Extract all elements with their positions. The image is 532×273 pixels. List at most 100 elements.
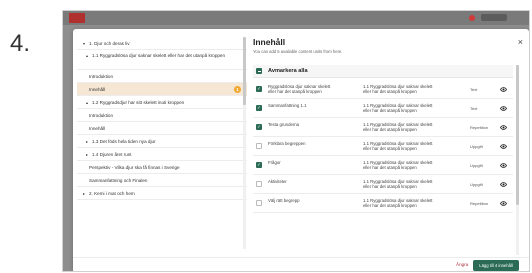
nav-item-label: 1.4 Djuren året runt [92,151,132,157]
nav-item[interactable]: ▸ 1.3 Det föds hela tiden nya djur [77,135,247,148]
content-row[interactable]: Välj rätt begrepp 1.1 Ryggradslösa djur s… [253,194,513,213]
content-checkbox[interactable] [256,200,262,206]
eye-icon[interactable] [499,199,507,207]
content-scrollbar[interactable] [516,65,519,255]
select-all-checkbox[interactable] [256,68,262,74]
content-title-cell: Aktiviteter [268,179,287,184]
eye-icon[interactable] [499,161,507,169]
content-scrollbar-thumb[interactable] [516,65,519,205]
eye-icon[interactable] [499,142,507,150]
eye-icon[interactable] [499,104,507,112]
content-checkbox[interactable]: ✓ [256,124,262,130]
content-section-cell: 1.1 Ryggradslösa djur saknar skelett ell… [363,141,433,152]
chevron-right-icon[interactable]: ▸ [83,191,88,196]
content-section-cell: 1.1 Ryggradslösa djur saknar skelett ell… [363,84,433,95]
nav-item-label: Sammanfattning och Finalen [89,177,148,183]
content-subtitle: You can add 5 available content units fr… [253,49,343,54]
nav-item[interactable]: ▴ 1.2 Ryggradsdjur har sitt skelett inuti… [77,96,247,109]
nav-item-label: Introduktion [89,73,114,79]
checkmark-icon: ✓ [257,161,261,167]
nav-item[interactable]: ▾ 1. Djur och deras liv [77,37,247,50]
nav-item[interactable]: Innehåll 1 [77,83,247,96]
content-row[interactable]: Aktiviteter 1.1 Ryggradslösa djur saknar … [253,175,513,194]
step-number: 4. [10,30,31,57]
content-type-cell: Uppgift [470,163,483,168]
chevron-up-icon[interactable]: ▴ [86,100,91,105]
content-title-cell: Ryggradslösa djur saknar skelett eller h… [268,84,331,95]
chapter-nav-list: ▾ 1. Djur och deras liv ▴ 1.1 Ryggradslösa … [77,37,247,200]
nav-item-label: Innehåll [89,86,106,92]
chevron-down-icon[interactable]: ▾ [83,41,88,46]
content-type-cell: Text [470,106,478,111]
background-header-button [481,14,507,21]
add-content-button[interactable]: Lägg till 4 innehåll [473,260,519,271]
content-checkbox[interactable]: ✓ [256,162,262,168]
nav-item[interactable]: ▸ 2. Kemi i mat och hem [77,187,247,200]
nav-scrollbar-thumb[interactable] [243,37,246,105]
content-title-cell: Sammanfattning 1.1 [268,103,307,108]
content-row[interactable]: ✓ Sammanfattning 1.1 1.1 Ryggradslösa djur… [253,99,513,118]
nav-item-label: Introduktion [89,112,114,118]
content-type-cell: Repetition [470,125,489,130]
nav-item[interactable]: ▸ 1.4 Djuren året runt [77,148,247,161]
deselect-all-row[interactable]: Avmarkera alla [253,65,513,78]
content-title: Innehåll [253,37,286,47]
checkmark-icon: ✓ [257,104,261,110]
nav-item-label: 1.3 Det föds hela tiden nya djur [92,138,156,144]
modal-footer: Ångra Lägg till 4 innehåll [73,257,529,271]
content-row[interactable]: ✓ Frågor 1.1 Ryggradslösa djur saknar skel… [253,156,513,175]
content-section-cell: 1.1 Ryggradslösa djur saknar skelett ell… [363,103,433,114]
deselect-all-label: Avmarkera alla [268,68,308,74]
chevron-up-icon[interactable]: ▴ [86,53,91,59]
content-row[interactable]: ✓ Ryggradslösa djur saknar skelett eller … [253,80,513,99]
nav-item-label: 1.2 Ryggradsdjur har sitt skelett inuti … [92,99,185,105]
content-section-cell: 1.1 Ryggradslösa djur saknar skelett ell… [363,198,433,209]
nav-item[interactable]: Perspektiv - Vilka djur ska få finnas i … [77,161,247,174]
content-title-cell: Frågor [268,160,281,165]
chapter-navigation: ▾ 1. Djur och deras liv ▴ 1.1 Ryggradslösa … [77,37,247,249]
chevron-right-icon[interactable]: ▸ [86,139,91,144]
nav-item-label: Perspektiv - Vilka djur ska få finnas i … [89,164,180,170]
content-checkbox[interactable]: ✓ [256,86,262,92]
content-type-cell: Uppgift [470,144,483,149]
content-section-cell: 1.1 Ryggradslösa djur saknar skelett ell… [363,160,433,171]
nav-scrollbar[interactable] [243,37,246,249]
nav-item[interactable]: Innehåll [77,122,247,135]
nav-item-label: 2. Kemi i mat och hem [89,190,135,196]
content-type-cell: Uppgift [470,182,483,187]
background-app-header [63,11,529,25]
nav-item[interactable]: Introduktion [77,70,247,83]
content-title-cell: Förklara begreppen [268,141,306,146]
screenshot-frame: × ▾ 1. Djur och deras liv ▴ 1.1 Ryggradslös… [62,10,530,272]
background-notification-badge [469,15,475,21]
add-content-modal: × ▾ 1. Djur och deras liv ▴ 1.1 Ryggradslös… [73,29,529,271]
content-section-cell: 1.1 Ryggradslösa djur saknar skelett ell… [363,179,433,190]
content-checkbox[interactable]: ✓ [256,105,262,111]
content-title-cell: Testa grunderna [268,122,300,127]
nav-item[interactable]: Sammanfattning och Finalen [77,174,247,187]
nav-item[interactable]: ▴ 1.1 Ryggradslösa djur saknar skelett el… [77,50,247,70]
eye-icon[interactable] [499,180,507,188]
content-list: ✓ Ryggradslösa djur saknar skelett eller … [253,80,513,213]
eye-icon[interactable] [499,123,507,131]
content-checkbox[interactable] [256,181,262,187]
checkmark-icon: ✓ [257,85,261,91]
content-type-cell: Text [470,87,478,92]
content-row[interactable]: ✓ Testa grunderna 1.1 Ryggradslösa djur sa… [253,118,513,137]
eye-icon[interactable] [499,85,507,93]
content-section-cell: 1.1 Ryggradslösa djur saknar skelett ell… [363,122,433,133]
content-title-cell: Välj rätt begrepp [268,198,300,203]
cancel-button[interactable]: Ångra [456,262,468,267]
background-logo [69,13,85,23]
nav-item-label: 1.1 Ryggradslösa djur saknar skelett ell… [92,53,226,58]
content-type-cell: Repetition [470,201,489,206]
content-panel: Innehåll You can add 5 available content… [253,37,525,259]
count-badge: 1 [234,86,241,93]
nav-item-label: 1. Djur och deras liv [89,40,130,46]
checkmark-icon: ✓ [257,123,261,129]
nav-item-label: Innehåll [89,125,106,131]
content-row[interactable]: Förklara begreppen 1.1 Ryggradslösa djur … [253,137,513,156]
nav-item[interactable]: Introduktion [77,109,247,122]
chevron-right-icon[interactable]: ▸ [86,152,91,157]
content-checkbox[interactable] [256,143,262,149]
